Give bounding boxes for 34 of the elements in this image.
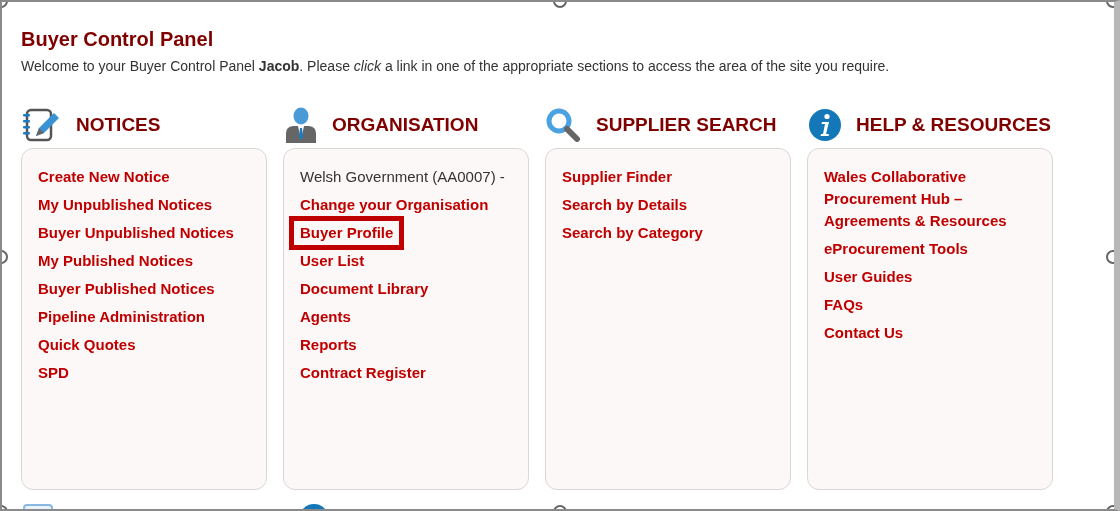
- organisation-name: Welsh Government (AA0007) -: [300, 167, 506, 187]
- section-link[interactable]: User Guides: [824, 266, 913, 288]
- info-icon: [808, 108, 842, 142]
- section-link[interactable]: Wales Collaborative Procurement Hub – Agreements & Resources: [824, 166, 1036, 232]
- section-link[interactable]: Buyer Published Notices: [38, 278, 215, 300]
- section-link[interactable]: Create New Notice: [38, 166, 170, 188]
- businessman-icon: [284, 107, 318, 143]
- section-link[interactable]: Document Library: [300, 278, 429, 300]
- section-link[interactable]: Search by Details: [562, 194, 688, 216]
- section-link[interactable]: Buyer Profile: [289, 216, 405, 250]
- section-link[interactable]: My Published Notices: [38, 250, 194, 272]
- welcome-text: Welcome to your Buyer Control Panel Jacob. Please click a link in one of the appropriate sections to access the area of the site you require.: [21, 57, 891, 76]
- section-link[interactable]: Search by Category: [562, 222, 703, 244]
- section-link[interactable]: Pipeline Administration: [38, 306, 205, 328]
- notepad-pencil-icon: [22, 108, 62, 142]
- section-link[interactable]: My Unpublished Notices: [38, 194, 213, 216]
- section-heading: HELP & RESOURCES: [856, 112, 1051, 137]
- section-link[interactable]: Change your Organisation: [300, 194, 489, 216]
- section-heading: NOTICES: [76, 112, 161, 137]
- section-link[interactable]: Buyer Unpublished Notices: [38, 222, 234, 244]
- section-link[interactable]: Supplier Finder: [562, 166, 672, 188]
- section-link[interactable]: FAQs: [824, 294, 864, 316]
- section-link[interactable]: Reports: [300, 334, 357, 356]
- section-heading: SUPPLIER SEARCH: [596, 112, 777, 137]
- section-link[interactable]: User List: [300, 250, 365, 272]
- section-link[interactable]: Agents: [300, 306, 351, 328]
- section-link[interactable]: Quick Quotes: [38, 334, 136, 356]
- section-link[interactable]: Contact Us: [824, 322, 904, 344]
- search-icon: [546, 108, 582, 142]
- section-heading: ORGANISATION: [332, 112, 479, 137]
- section-link[interactable]: Contract Register: [300, 362, 426, 384]
- section-link[interactable]: SPD: [38, 362, 69, 384]
- section-link[interactable]: eProcurement Tools: [824, 238, 968, 260]
- page-title: Buyer Control Panel: [21, 27, 215, 51]
